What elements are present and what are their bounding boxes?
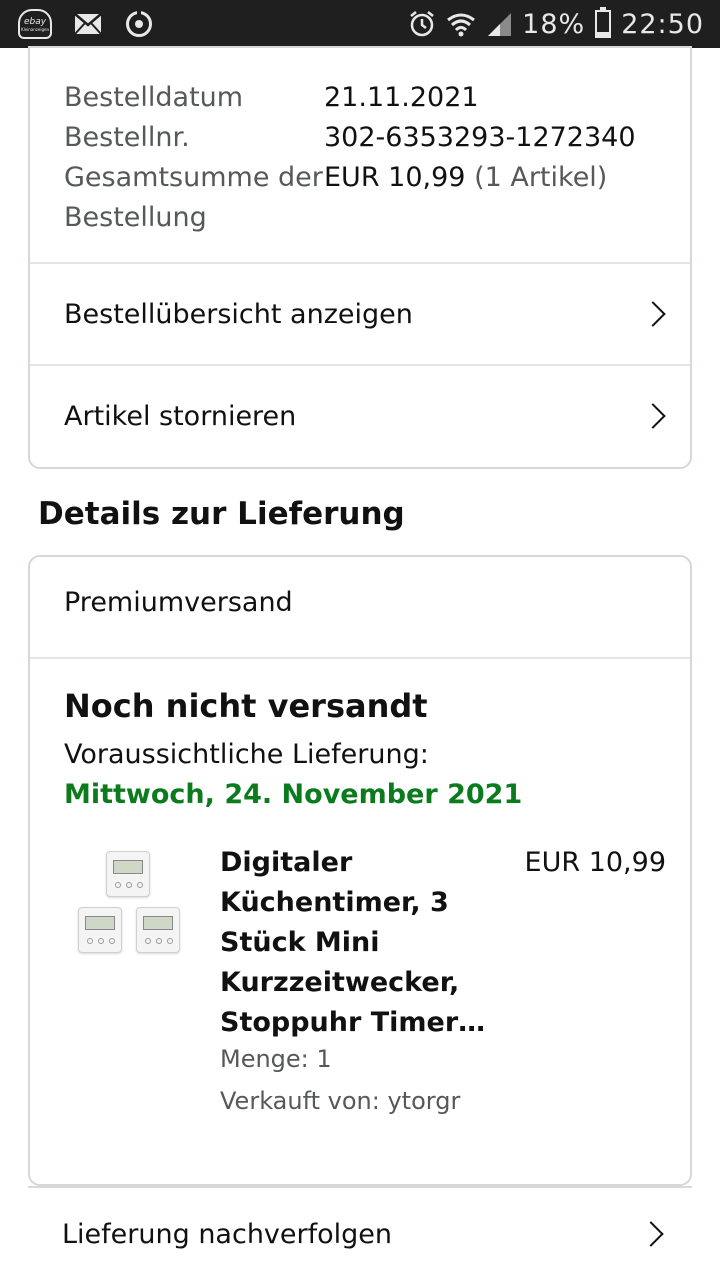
product-title-link[interactable]: Digitaler Küchentimer, 3 Stück Mini Kurz… xyxy=(220,843,500,1043)
product-seller: Verkauft von: ytorgr xyxy=(220,1087,461,1115)
product-quantity: Menge: 1 xyxy=(220,1045,332,1073)
eta-date: Mittwoch, 24. November 2021 xyxy=(64,779,523,810)
alarm-icon xyxy=(410,11,434,37)
timer-buttons xyxy=(145,938,173,944)
signal-icon xyxy=(488,13,512,36)
eta-label: Voraussichtliche Lieferung: xyxy=(64,739,429,770)
track-delivery-link[interactable]: Lieferung nachverfolgen xyxy=(28,1188,692,1280)
shipment-status: Noch nicht versandt xyxy=(64,687,428,725)
order-number-row: Bestellnr. 302-6353293-1272340 xyxy=(64,118,636,158)
order-date-row: Bestelldatum 21.11.2021 xyxy=(64,78,636,118)
battery-icon xyxy=(595,7,612,38)
ebay-badge-subtext: Kleinanzeigen xyxy=(20,26,50,32)
wifi-icon xyxy=(447,13,476,37)
order-date-value: 21.11.2021 xyxy=(324,82,479,113)
order-total-value: EUR 10,99 xyxy=(324,162,466,193)
battery-level xyxy=(597,31,610,36)
timer-display xyxy=(113,860,143,874)
kitchen-timer-image xyxy=(78,907,122,953)
status-bar-left: ebay Kleinanzeigen xyxy=(18,8,154,40)
cancel-items-link[interactable]: Artikel stornieren xyxy=(30,366,690,466)
sync-icon xyxy=(126,10,152,37)
order-info-grid: Bestelldatum 21.11.2021 Bestellnr. 302-6… xyxy=(64,78,636,238)
timer-display xyxy=(85,916,115,930)
ebay-badge-text: ebay xyxy=(23,16,47,27)
battery-percent: 18% xyxy=(522,8,586,40)
kitchen-timer-image xyxy=(136,907,180,953)
shipping-method: Premiumversand xyxy=(64,587,293,618)
clock: 22:50 xyxy=(621,8,704,40)
timer-buttons xyxy=(115,882,143,888)
product-price: EUR 10,99 xyxy=(524,847,666,878)
order-item-count: (1 Artikel) xyxy=(474,162,608,193)
chevron-right-icon xyxy=(640,301,666,327)
order-total-value-wrap: EUR 10,99 (1 Artikel) xyxy=(324,158,607,238)
status-bar: ebay Kleinanzeigen 18% 22:50 xyxy=(0,0,720,48)
order-number-label: Bestellnr. xyxy=(64,122,190,153)
chevron-right-icon xyxy=(638,1221,664,1247)
delivery-card: Premiumversand Noch nicht versandt Vorau… xyxy=(28,555,692,1186)
product-image[interactable] xyxy=(74,847,186,959)
view-order-summary-link[interactable]: Bestellübersicht anzeigen xyxy=(30,264,690,364)
order-total-row: Gesamtsumme der Bestellung EUR 10,99 (1 … xyxy=(64,158,636,238)
track-delivery-label: Lieferung nachverfolgen xyxy=(62,1218,393,1250)
ebay-kleinanzeigen-icon: ebay Kleinanzeigen xyxy=(18,9,52,39)
order-info-card: Bestelldatum 21.11.2021 Bestellnr. 302-6… xyxy=(28,46,692,469)
delivery-section-title: Details zur Lieferung xyxy=(38,496,405,532)
order-number-value: 302-6353293-1272340 xyxy=(324,122,636,153)
mail-icon xyxy=(74,13,102,35)
order-total-label: Gesamtsumme der Bestellung xyxy=(64,162,323,233)
cancel-items-label: Artikel stornieren xyxy=(64,400,297,432)
view-order-summary-label: Bestellübersicht anzeigen xyxy=(64,298,413,330)
timer-buttons xyxy=(87,938,115,944)
kitchen-timer-image xyxy=(106,851,150,897)
status-bar-right: 18% 22:50 xyxy=(408,6,704,42)
order-date-label: Bestelldatum xyxy=(64,82,244,113)
divider xyxy=(30,657,690,659)
chevron-right-icon xyxy=(640,403,666,429)
timer-display xyxy=(143,916,173,930)
